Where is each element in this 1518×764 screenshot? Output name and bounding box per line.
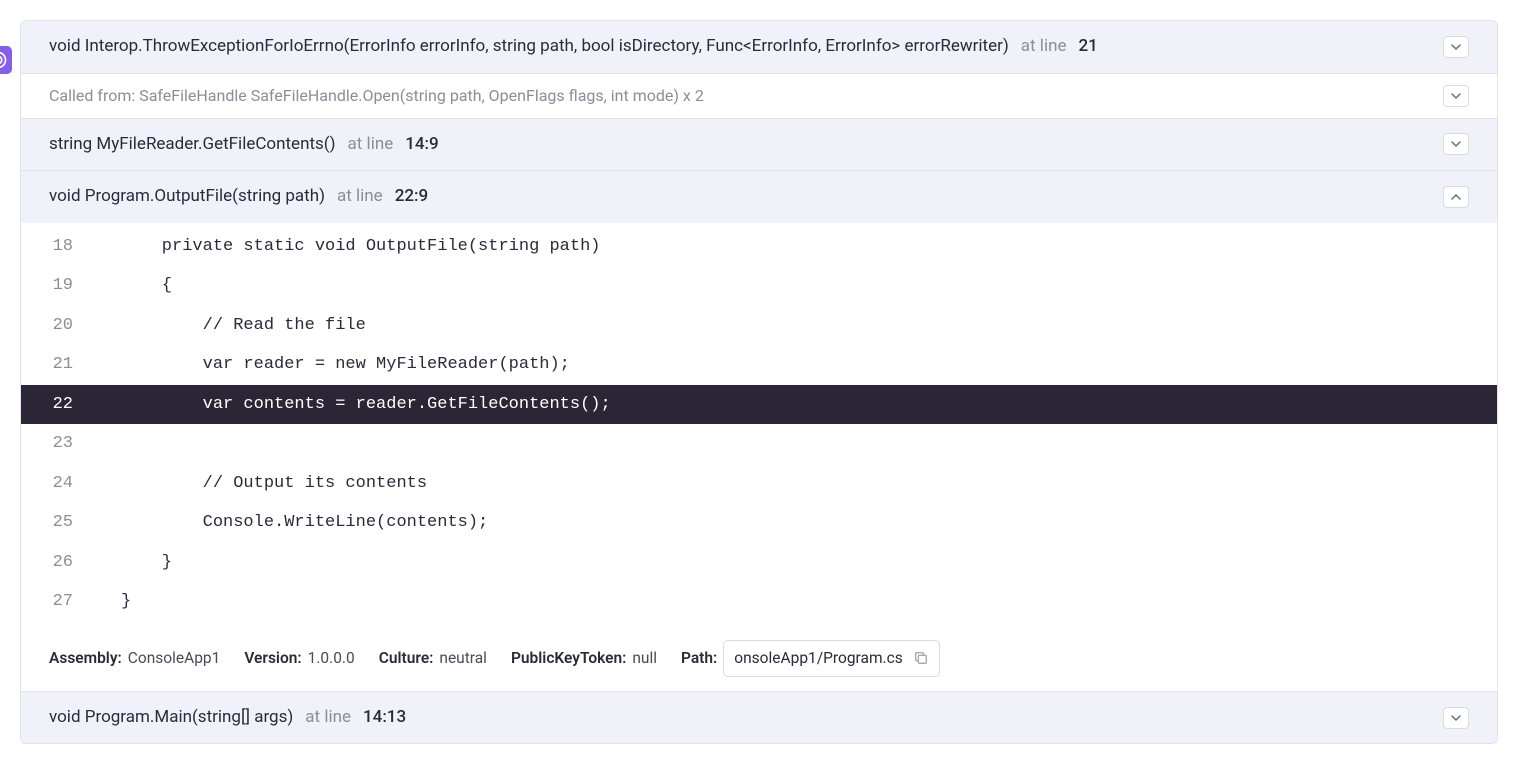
- frame-signature: void Program.OutputFile(string path): [49, 184, 325, 210]
- at-line-label: at line: [337, 184, 383, 210]
- version-label: Version:: [244, 647, 301, 670]
- code-line: 20 // Read the file: [21, 306, 1497, 346]
- code-line: 27}: [21, 582, 1497, 622]
- path-box: onsoleApp1/Program.cs: [723, 640, 939, 677]
- code-viewer: 18 private static void OutputFile(string…: [21, 223, 1497, 626]
- expand-button[interactable]: [1443, 133, 1469, 155]
- chevron-up-icon: [1451, 192, 1461, 202]
- culture-label: Culture:: [379, 647, 434, 670]
- assembly-value: ConsoleApp1: [128, 647, 221, 670]
- code-line: 22 var contents = reader.GetFileContents…: [21, 385, 1497, 425]
- chevron-down-icon: [1451, 713, 1461, 723]
- stack-frame[interactable]: void Program.OutputFile(string path) at …: [21, 170, 1497, 223]
- path-label: Path:: [681, 647, 717, 670]
- line-number: 25: [21, 510, 121, 536]
- frame-signature: void Interop.ThrowExceptionForIoErrno(Er…: [49, 34, 1009, 60]
- code-text: }: [121, 589, 131, 615]
- code-line: 23: [21, 424, 1497, 464]
- code-line: 24 // Output its contents: [21, 464, 1497, 504]
- code-text: // Read the file: [121, 313, 366, 339]
- code-line: 19 {: [21, 266, 1497, 306]
- frame-signature: void Program.Main(string[] args): [49, 705, 293, 731]
- frame-signature: string MyFileReader.GetFileContents(): [49, 132, 336, 158]
- expand-button[interactable]: [1443, 85, 1469, 107]
- line-number: 18: [21, 234, 121, 260]
- frame-metadata: Assembly: ConsoleApp1 Version: 1.0.0.0 C…: [21, 626, 1497, 691]
- chevron-down-icon: [1451, 139, 1461, 149]
- code-line: 25 Console.WriteLine(contents);: [21, 503, 1497, 543]
- frame-line-number: 21: [1078, 34, 1097, 60]
- line-number: 20: [21, 313, 121, 339]
- line-number: 24: [21, 471, 121, 497]
- path-value: onsoleApp1/Program.cs: [734, 647, 902, 670]
- line-number: 22: [21, 392, 121, 418]
- collapse-button[interactable]: [1443, 186, 1469, 208]
- chevron-down-icon: [1451, 91, 1461, 101]
- expand-button[interactable]: [1443, 36, 1469, 58]
- stack-frame[interactable]: void Interop.ThrowExceptionForIoErrno(Er…: [21, 21, 1497, 73]
- code-text: Console.WriteLine(contents);: [121, 510, 488, 536]
- line-number: 26: [21, 550, 121, 576]
- code-text: {: [121, 273, 172, 299]
- called-from-row[interactable]: Called from: SafeFileHandle SafeFileHand…: [21, 73, 1497, 118]
- line-number: 19: [21, 273, 121, 299]
- code-line: 21 var reader = new MyFileReader(path);: [21, 345, 1497, 385]
- at-line-label: at line: [305, 705, 351, 731]
- code-line: 18 private static void OutputFile(string…: [21, 227, 1497, 267]
- frame-line-number: 14:13: [363, 705, 406, 731]
- expand-button[interactable]: [1443, 707, 1469, 729]
- copy-icon[interactable]: [913, 650, 929, 666]
- code-text: var reader = new MyFileReader(path);: [121, 352, 570, 378]
- version-value: 1.0.0.0: [308, 647, 355, 670]
- line-number: 23: [21, 431, 121, 457]
- language-csharp-icon: [0, 46, 12, 74]
- line-number: 27: [21, 589, 121, 615]
- called-from-text: Called from: SafeFileHandle SafeFileHand…: [49, 84, 704, 108]
- at-line-label: at line: [1021, 34, 1067, 60]
- stack-frame[interactable]: string MyFileReader.GetFileContents() at…: [21, 118, 1497, 171]
- code-text: }: [121, 550, 172, 576]
- frame-line-number: 22:9: [395, 184, 428, 210]
- at-line-label: at line: [348, 132, 394, 158]
- code-text: var contents = reader.GetFileContents();: [121, 392, 611, 418]
- frame-line-number: 14:9: [405, 132, 438, 158]
- culture-value: neutral: [439, 647, 487, 670]
- line-number: 21: [21, 352, 121, 378]
- pkt-label: PublicKeyToken:: [511, 647, 626, 670]
- pkt-value: null: [632, 647, 657, 670]
- code-text: private static void OutputFile(string pa…: [121, 234, 600, 260]
- code-line: 26 }: [21, 543, 1497, 583]
- stack-frame[interactable]: void Program.Main(string[] args) at line…: [21, 691, 1497, 744]
- assembly-label: Assembly:: [49, 647, 122, 670]
- code-text: // Output its contents: [121, 471, 427, 497]
- stack-trace-container: void Interop.ThrowExceptionForIoErrno(Er…: [20, 20, 1498, 744]
- chevron-down-icon: [1451, 42, 1461, 52]
